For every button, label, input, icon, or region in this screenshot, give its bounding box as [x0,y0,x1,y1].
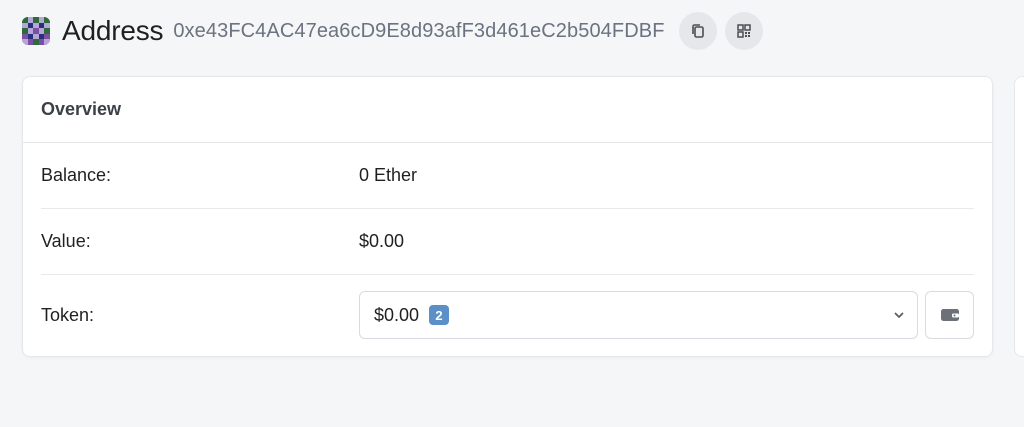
page-title: Address [62,15,164,46]
wallet-icon [940,309,959,321]
overview-title: Overview [41,99,122,119]
overview-card: Overview Balance: 0 Ether Value: $0.00 T… [22,76,993,357]
copy-address-button[interactable] [678,12,717,50]
adjacent-card-edge [1014,76,1024,357]
value-label: Value: [41,231,91,251]
token-label: Token: [41,304,95,325]
token-row: Token: $0.00 2 [41,275,974,355]
qr-code-button[interactable] [724,12,763,50]
balance-value: 0 Ether [359,165,418,185]
token-dropdown[interactable]: $0.00 2 [359,291,918,339]
qr-code-icon [736,24,751,38]
value-row: Value: $0.00 [41,209,974,275]
token-count-badge: 2 [429,305,450,325]
token-wallet-button[interactable] [925,291,974,339]
value-amount: $0.00 [359,231,405,251]
address-identicon [22,17,50,45]
overview-card-header: Overview [23,77,992,143]
page-header: Address 0xe43FC4AC47ea6cD9E8d93afF3d461e… [22,10,1002,52]
copy-icon [691,24,704,38]
balance-row: Balance: 0 Ether [41,143,974,209]
address-hash: 0xe43FC4AC47ea6cD9E8d93afF3d461eC2b504FD… [173,19,665,42]
token-amount: $0.00 [374,304,420,325]
balance-label: Balance: [41,165,112,185]
chevron-down-icon [894,312,904,318]
